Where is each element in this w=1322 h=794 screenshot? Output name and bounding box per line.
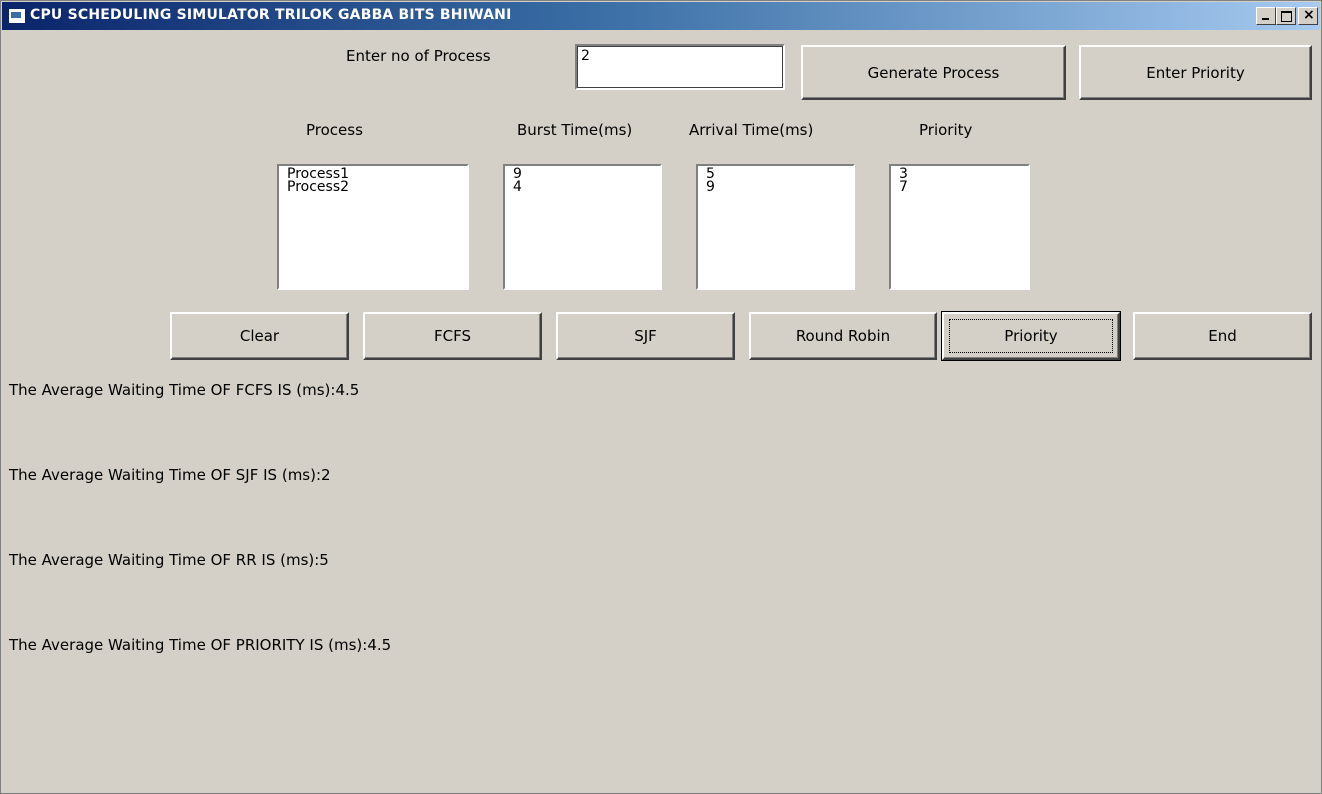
process-column-header: Process (306, 121, 363, 139)
fcfs-button[interactable]: FCFS (363, 312, 542, 360)
fcfs-result: The Average Waiting Time OF FCFS IS (ms)… (9, 381, 360, 399)
enter-priority-label: Enter Priority (1146, 63, 1245, 82)
clear-label: Clear (239, 327, 280, 345)
sjf-label: SJF (634, 327, 657, 345)
close-button[interactable]: × (1298, 7, 1318, 25)
list-item[interactable]: 9 (706, 180, 845, 194)
arrival-list[interactable]: 5 9 (696, 164, 855, 290)
maximize-button[interactable] (1276, 7, 1296, 25)
priority-column-header: Priority (919, 121, 973, 139)
close-icon: × (1303, 7, 1315, 23)
generate-process-label: Generate Process (867, 63, 1000, 82)
round-robin-label: Round Robin (795, 327, 891, 345)
app-icon (8, 8, 26, 24)
fcfs-label: FCFS (434, 327, 471, 345)
list-item[interactable]: 5 (706, 167, 845, 181)
list-item[interactable]: Process2 (287, 180, 459, 194)
list-item[interactable]: 7 (899, 180, 1020, 194)
priority-result: The Average Waiting Time OF PRIORITY IS … (9, 636, 392, 654)
main-window: CPU SCHEDULING SIMULATOR TRILOK GABBA BI… (0, 0, 1322, 794)
minimize-button[interactable] (1256, 7, 1276, 25)
burst-list[interactable]: 9 4 (503, 164, 662, 290)
generate-process-button[interactable]: Generate Process (801, 45, 1066, 100)
arrival-column-header: Arrival Time(ms) (689, 121, 814, 139)
list-item[interactable]: 9 (513, 167, 652, 181)
priority-list[interactable]: 3 7 (889, 164, 1030, 290)
title-bar[interactable]: CPU SCHEDULING SIMULATOR TRILOK GABBA BI… (2, 2, 1320, 30)
num-process-label: Enter no of Process (346, 47, 491, 65)
rr-result: The Average Waiting Time OF RR IS (ms):5 (9, 551, 329, 569)
burst-column-header: Burst Time(ms) (517, 121, 633, 139)
list-item[interactable]: 3 (899, 167, 1020, 181)
end-label: End (1208, 327, 1237, 345)
round-robin-button[interactable]: Round Robin (749, 312, 937, 360)
priority-button[interactable]: Priority (941, 311, 1121, 361)
process-list[interactable]: Process1 Process2 (277, 164, 469, 290)
sjf-button[interactable]: SJF (556, 312, 735, 360)
clear-button[interactable]: Clear (170, 312, 349, 360)
enter-priority-button[interactable]: Enter Priority (1079, 45, 1312, 100)
priority-label: Priority (1004, 327, 1058, 345)
end-button[interactable]: End (1133, 312, 1312, 360)
list-item[interactable]: 4 (513, 180, 652, 194)
num-process-input[interactable]: 2 (575, 44, 785, 90)
window-title: CPU SCHEDULING SIMULATOR TRILOK GABBA BI… (30, 7, 512, 23)
sjf-result: The Average Waiting Time OF SJF IS (ms):… (9, 466, 331, 484)
